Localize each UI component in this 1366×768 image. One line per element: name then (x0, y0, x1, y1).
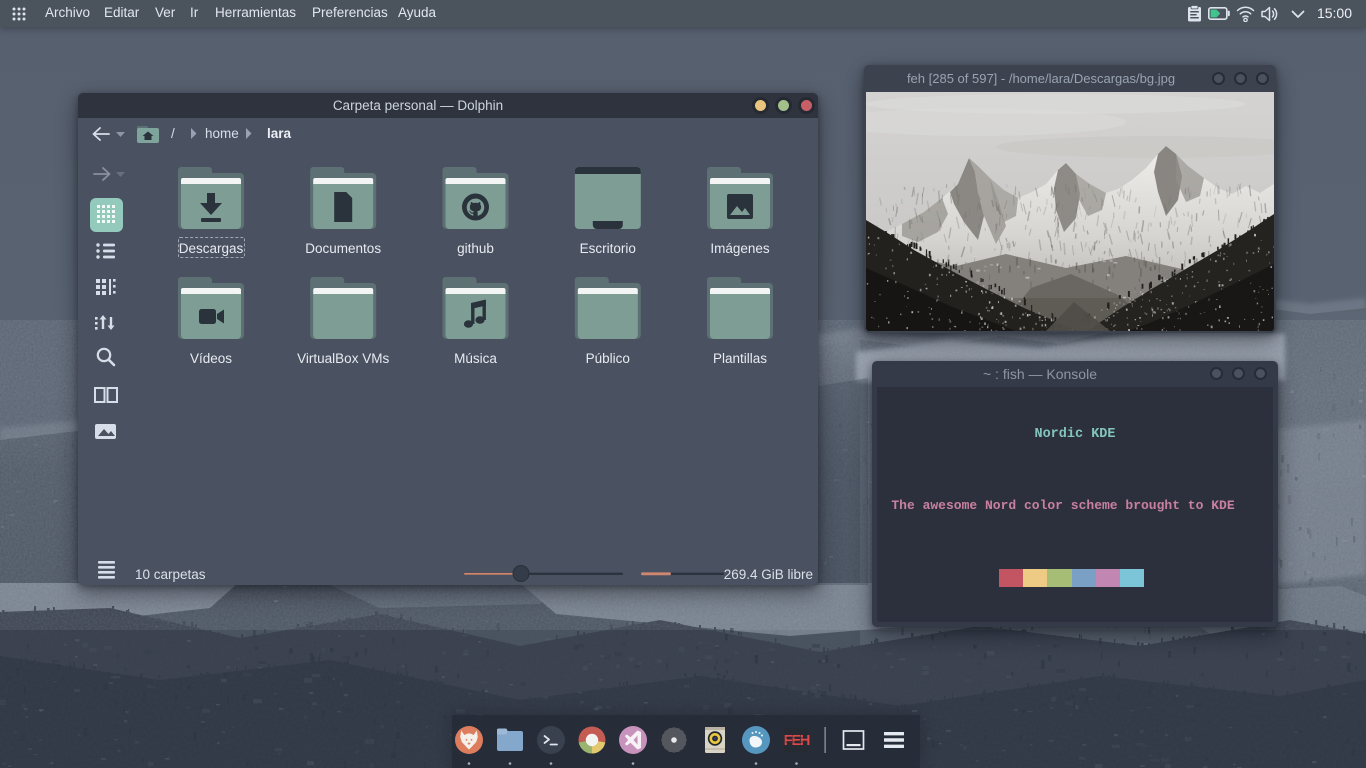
svg-text:/: / (171, 126, 175, 141)
svg-text:lara: lara (267, 126, 292, 141)
svg-text:10 carpetas: 10 carpetas (135, 567, 206, 582)
svg-text:269.4 GiB libre: 269.4 GiB libre (724, 567, 813, 582)
svg-text:FEH: FEH (784, 733, 810, 749)
svg-text:home: home (205, 126, 239, 141)
